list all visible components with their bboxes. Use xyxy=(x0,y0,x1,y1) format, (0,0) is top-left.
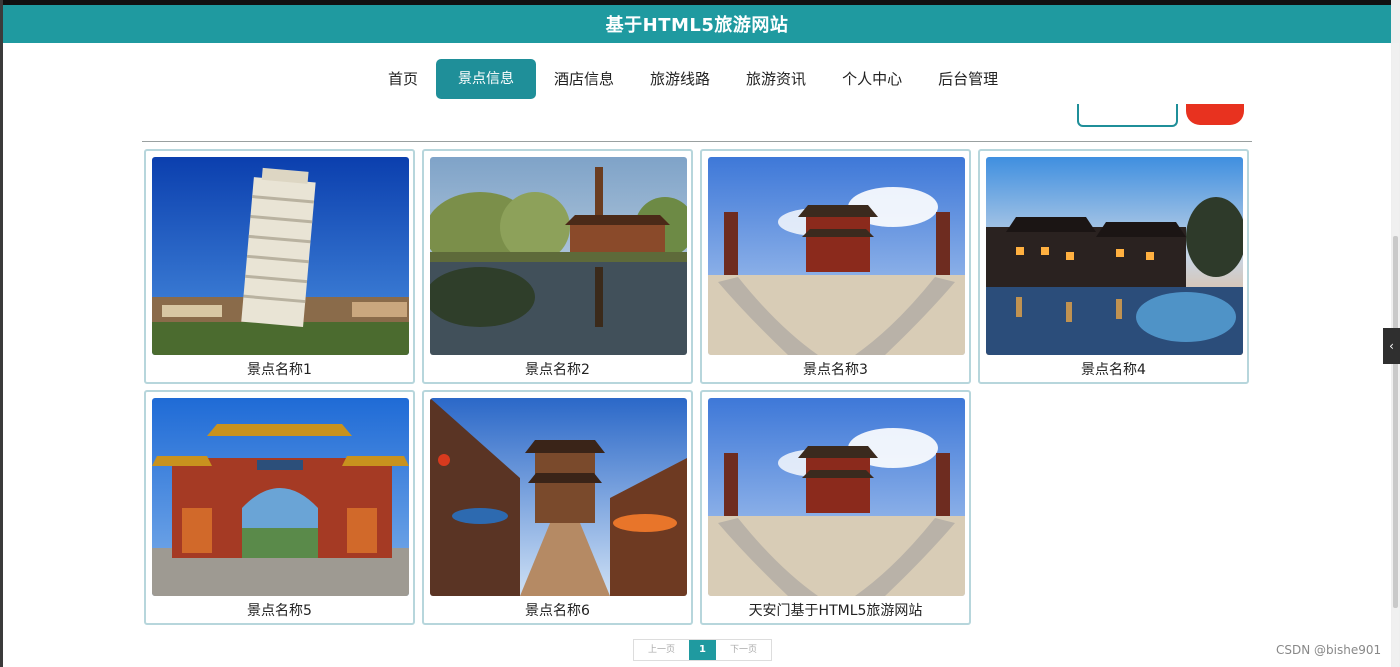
leaning-tower-photo xyxy=(152,157,409,355)
nav-item-attractions[interactable]: 景点信息 xyxy=(436,59,537,99)
attraction-grid: 景点名称1 景点名称2 景点名称3 景点名称4 景点名称5 景点名称6 天安门基… xyxy=(144,149,1249,625)
scrollbar-thumb[interactable] xyxy=(1393,236,1398,608)
attraction-name: 天安门基于HTML5旅游网站 xyxy=(748,603,923,619)
attraction-name: 景点名称5 xyxy=(247,603,312,619)
palace-towers-photo xyxy=(708,157,965,355)
search-input[interactable] xyxy=(1077,104,1178,127)
prev-page-button[interactable]: 上一页 xyxy=(634,640,689,660)
nav-item-admin[interactable]: 后台管理 xyxy=(920,59,1016,99)
site-title: 基于HTML5旅游网站 xyxy=(605,15,789,36)
attraction-name: 景点名称2 xyxy=(525,362,590,378)
water-town-night-photo xyxy=(986,157,1243,355)
attraction-card[interactable]: 景点名称3 xyxy=(700,149,971,384)
attraction-name: 景点名称4 xyxy=(1081,362,1146,378)
nav-item-routes[interactable]: 旅游线路 xyxy=(632,59,728,99)
attraction-name: 景点名称6 xyxy=(525,603,590,619)
side-panel-toggle[interactable]: ‹ xyxy=(1383,328,1400,364)
watermark: CSDN @bishe901 xyxy=(1276,643,1382,657)
nav-item-news[interactable]: 旅游资讯 xyxy=(728,59,824,99)
attraction-card[interactable]: 天安门基于HTML5旅游网站 xyxy=(700,390,971,625)
attraction-card[interactable]: 景点名称6 xyxy=(422,390,693,625)
nav-item-hotels[interactable]: 酒店信息 xyxy=(536,59,632,99)
search-button[interactable] xyxy=(1186,104,1244,125)
nav-item-profile[interactable]: 个人中心 xyxy=(824,59,920,99)
next-page-button[interactable]: 下一页 xyxy=(716,640,771,660)
attraction-name: 景点名称1 xyxy=(247,362,312,378)
nav-item-home[interactable]: 首页 xyxy=(370,59,436,99)
palace-towers-photo xyxy=(708,398,965,596)
window-left-edge xyxy=(0,0,3,667)
attraction-card[interactable]: 景点名称2 xyxy=(422,149,693,384)
pagination: 上一页 1 下一页 xyxy=(633,639,772,661)
red-gate-photo xyxy=(152,398,409,596)
page-1-button[interactable]: 1 xyxy=(689,640,716,660)
site-header: 基于HTML5旅游网站 xyxy=(3,5,1391,43)
attraction-name: 景点名称3 xyxy=(803,362,868,378)
pagoda-lake-photo xyxy=(430,157,687,355)
main-nav: 首页 景点信息 酒店信息 旅游线路 旅游资讯 个人中心 后台管理 xyxy=(370,59,1016,99)
attraction-card[interactable]: 景点名称5 xyxy=(144,390,415,625)
ancient-street-photo xyxy=(430,398,687,596)
chevron-left-icon: ‹ xyxy=(1389,339,1394,353)
attraction-card[interactable]: 景点名称4 xyxy=(978,149,1249,384)
content-divider xyxy=(142,141,1252,142)
attraction-card[interactable]: 景点名称1 xyxy=(144,149,415,384)
